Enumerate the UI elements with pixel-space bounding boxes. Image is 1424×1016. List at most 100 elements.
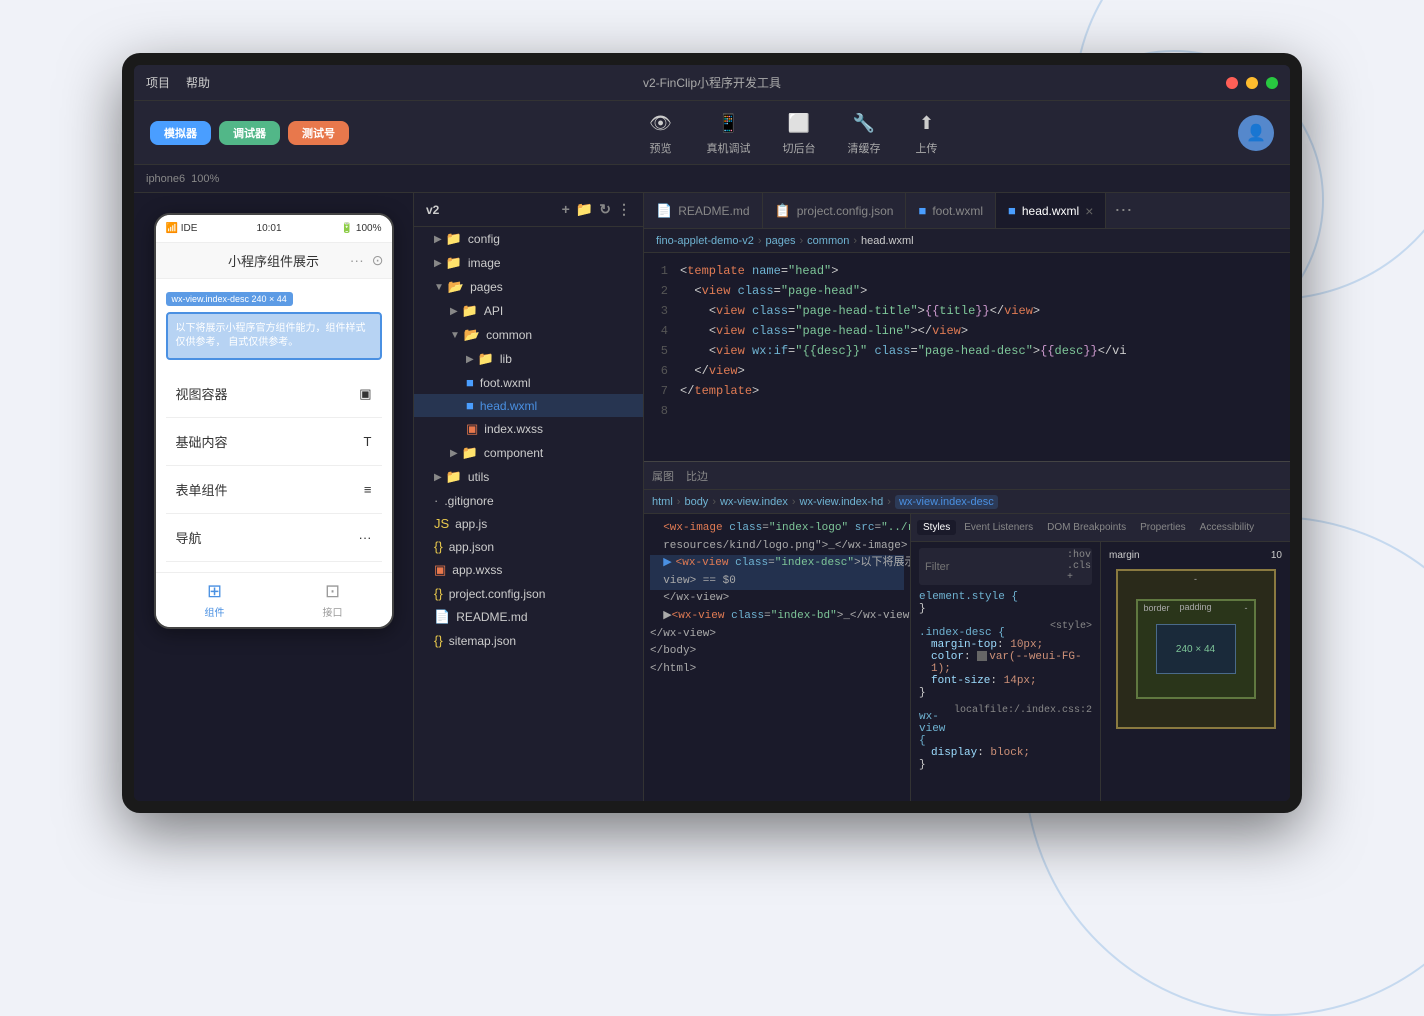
accessibility-tab[interactable]: Accessibility (1194, 520, 1260, 535)
tab-close-icon[interactable]: × (1085, 204, 1093, 218)
tree-item-component[interactable]: ▶ 📁 component (414, 441, 643, 465)
phone-tab-component[interactable]: ⊞ 组件 (156, 573, 274, 627)
window-maximize-btn[interactable] (1266, 77, 1278, 89)
menu-item-project[interactable]: 项目 (146, 74, 170, 91)
tab-head-wxml[interactable]: ■ head.wxml × (996, 193, 1106, 228)
tree-item-app-json[interactable]: {} app.json (414, 535, 643, 558)
line-content: </template> (680, 381, 1290, 401)
menu-item-form[interactable]: 表单组件 ≡ (166, 466, 382, 514)
styles-tab[interactable]: Styles (917, 520, 956, 535)
editor-panel: 📄 README.md 📋 project.config.json ■ foot… (644, 193, 1290, 461)
properties-tab[interactable]: Properties (1134, 520, 1192, 535)
tree-item-label: foot.wxml (480, 376, 531, 390)
new-folder-icon[interactable]: 📁 (576, 201, 593, 218)
html-path-html[interactable]: html (652, 496, 673, 508)
devtools-elements-tab[interactable]: 属图 (652, 468, 674, 484)
tab-project-config[interactable]: 📋 project.config.json (763, 193, 907, 228)
chevron-right-icon: ▶ (450, 306, 458, 317)
clear-action[interactable]: 🔧 清缓存 (840, 106, 889, 160)
line-number: 7 (644, 381, 680, 401)
html-tree-line-highlighted[interactable]: ▶<wx-view class="index-desc">以下将展示小程序官方组… (650, 555, 904, 573)
line-number: 4 (644, 321, 680, 341)
simulator-button[interactable]: 模拟器 (150, 121, 211, 145)
laptop-screen: 项目 帮助 v2-FinClip小程序开发工具 模拟器 调试器 测试号 (134, 65, 1290, 801)
html-path-wx-view-index[interactable]: wx-view.index (720, 496, 788, 508)
nav-icon: ··· (359, 530, 372, 545)
devtools-console-tab[interactable]: 比边 (686, 468, 708, 484)
test-button[interactable]: 测试号 (288, 121, 349, 145)
menu-item-view-container[interactable]: 视图容器 ▣ (166, 370, 382, 418)
tree-item-app-js[interactable]: JS app.js (414, 512, 643, 535)
user-avatar[interactable]: 👤 (1238, 115, 1274, 151)
tree-item-pages[interactable]: ▼ 📂 pages (414, 275, 643, 299)
toolbar-right: 👤 (1238, 115, 1274, 151)
css-prop-display: display: block; (931, 747, 1092, 759)
tree-item-utils[interactable]: ▶ 📁 utils (414, 465, 643, 489)
scan-action[interactable]: 📱 真机调试 (699, 106, 759, 160)
basic-content-icon: T (364, 434, 372, 449)
tree-item-readme[interactable]: 📄 README.md (414, 605, 643, 629)
new-file-icon[interactable]: + (562, 201, 570, 218)
menu-item-help[interactable]: 帮助 (186, 74, 210, 91)
tree-item-index-wxss[interactable]: ▣ index.wxss (414, 417, 643, 441)
json-file-icon: {} (434, 586, 443, 601)
tree-item-foot-wxml[interactable]: ■ foot.wxml (414, 371, 643, 394)
breadcrumb-item[interactable]: head.wxml (861, 235, 914, 247)
breadcrumb-item[interactable]: pages (766, 235, 796, 247)
phone-tab-interface[interactable]: ⊡ 接口 (274, 573, 392, 627)
breadcrumb-item[interactable]: fino-applet-demo-v2 (656, 235, 754, 247)
code-line-7: 7 </template> (644, 381, 1290, 401)
upload-action[interactable]: ⬆ 上传 (905, 106, 949, 160)
title-bar: 项目 帮助 v2-FinClip小程序开发工具 (134, 65, 1290, 101)
breadcrumb-sep: › (853, 235, 857, 247)
tab-foot-wxml[interactable]: ■ foot.wxml (906, 193, 996, 228)
wxml-icon: ■ (1008, 203, 1016, 218)
collapse-icon[interactable]: ⋮ (617, 201, 631, 218)
tree-item-lib[interactable]: ▶ 📁 lib (414, 347, 643, 371)
tree-item-project-config[interactable]: {} project.config.json (414, 582, 643, 605)
html-path-wx-view-hd[interactable]: wx-view.index-hd (800, 496, 884, 508)
css-source-localfile[interactable]: localfile:/.index.css:2 (954, 705, 1092, 747)
device-zoom: 100% (191, 173, 219, 185)
tree-item-gitignore[interactable]: · .gitignore (414, 489, 643, 512)
wxml-file-icon: ■ (466, 375, 474, 390)
html-path-body[interactable]: body (684, 496, 708, 508)
tree-item-sitemap[interactable]: {} sitemap.json (414, 629, 643, 652)
line-number: 8 (644, 401, 680, 421)
html-breadcrumb-path: html › body › wx-view.index › wx-view.in… (644, 490, 1290, 514)
debugger-button[interactable]: 调试器 (219, 121, 280, 145)
tree-item-image[interactable]: ▶ 📁 image (414, 251, 643, 275)
cut-action[interactable]: ⬜ 切后台 (775, 106, 824, 160)
code-editor[interactable]: 1 <template name="head"> 2 <view class="… (644, 253, 1290, 461)
dom-breakpoints-tab[interactable]: DOM Breakpoints (1041, 520, 1132, 535)
wxml-icon: ■ (918, 203, 926, 218)
css-filter-input[interactable] (925, 561, 1067, 573)
main-content: 📶 IDE 10:01 🔋 100% 小程序组件展示 ··· ⊙ (134, 193, 1290, 801)
tree-item-app-wxss[interactable]: ▣ app.wxss (414, 558, 643, 582)
code-line-2: 2 <view class="page-head"> (644, 281, 1290, 301)
window-minimize-btn[interactable] (1246, 77, 1258, 89)
event-listeners-tab[interactable]: Event Listeners (958, 520, 1039, 535)
refresh-icon[interactable]: ↻ (599, 201, 611, 218)
tree-item-config[interactable]: ▶ 📁 config (414, 227, 643, 251)
tree-item-api[interactable]: ▶ 📁 API (414, 299, 643, 323)
window-close-btn[interactable] (1226, 77, 1238, 89)
tab-overflow-icon[interactable]: ⋯ (1106, 200, 1140, 221)
preview-action[interactable]: 👁 预览 (639, 106, 683, 160)
tab-readme[interactable]: 📄 README.md (644, 193, 763, 228)
breadcrumb-item[interactable]: common (807, 235, 849, 247)
menu-item-basic-content[interactable]: 基础内容 T (166, 418, 382, 466)
html-tree-line: resources/kind/logo.png">_</wx-image> (650, 538, 904, 556)
box-model-margin-top: - (1194, 574, 1197, 584)
phone-status-bar: 📶 IDE 10:01 🔋 100% (156, 215, 392, 243)
html-path-wx-view-desc[interactable]: wx-view.index-desc (895, 495, 998, 509)
clear-icon: 🔧 (850, 110, 878, 138)
code-line-4: 4 <view class="page-head-line"></view> (644, 321, 1290, 341)
menu-item-nav[interactable]: 导航 ··· (166, 514, 382, 562)
tree-item-common[interactable]: ▼ 📂 common (414, 323, 643, 347)
tree-item-label: head.wxml (480, 399, 537, 413)
preview-icon: 👁 (647, 110, 675, 138)
tree-item-head-wxml[interactable]: ■ head.wxml (414, 394, 643, 417)
json-file-icon: {} (434, 539, 443, 554)
css-source: <style> (1050, 621, 1092, 639)
